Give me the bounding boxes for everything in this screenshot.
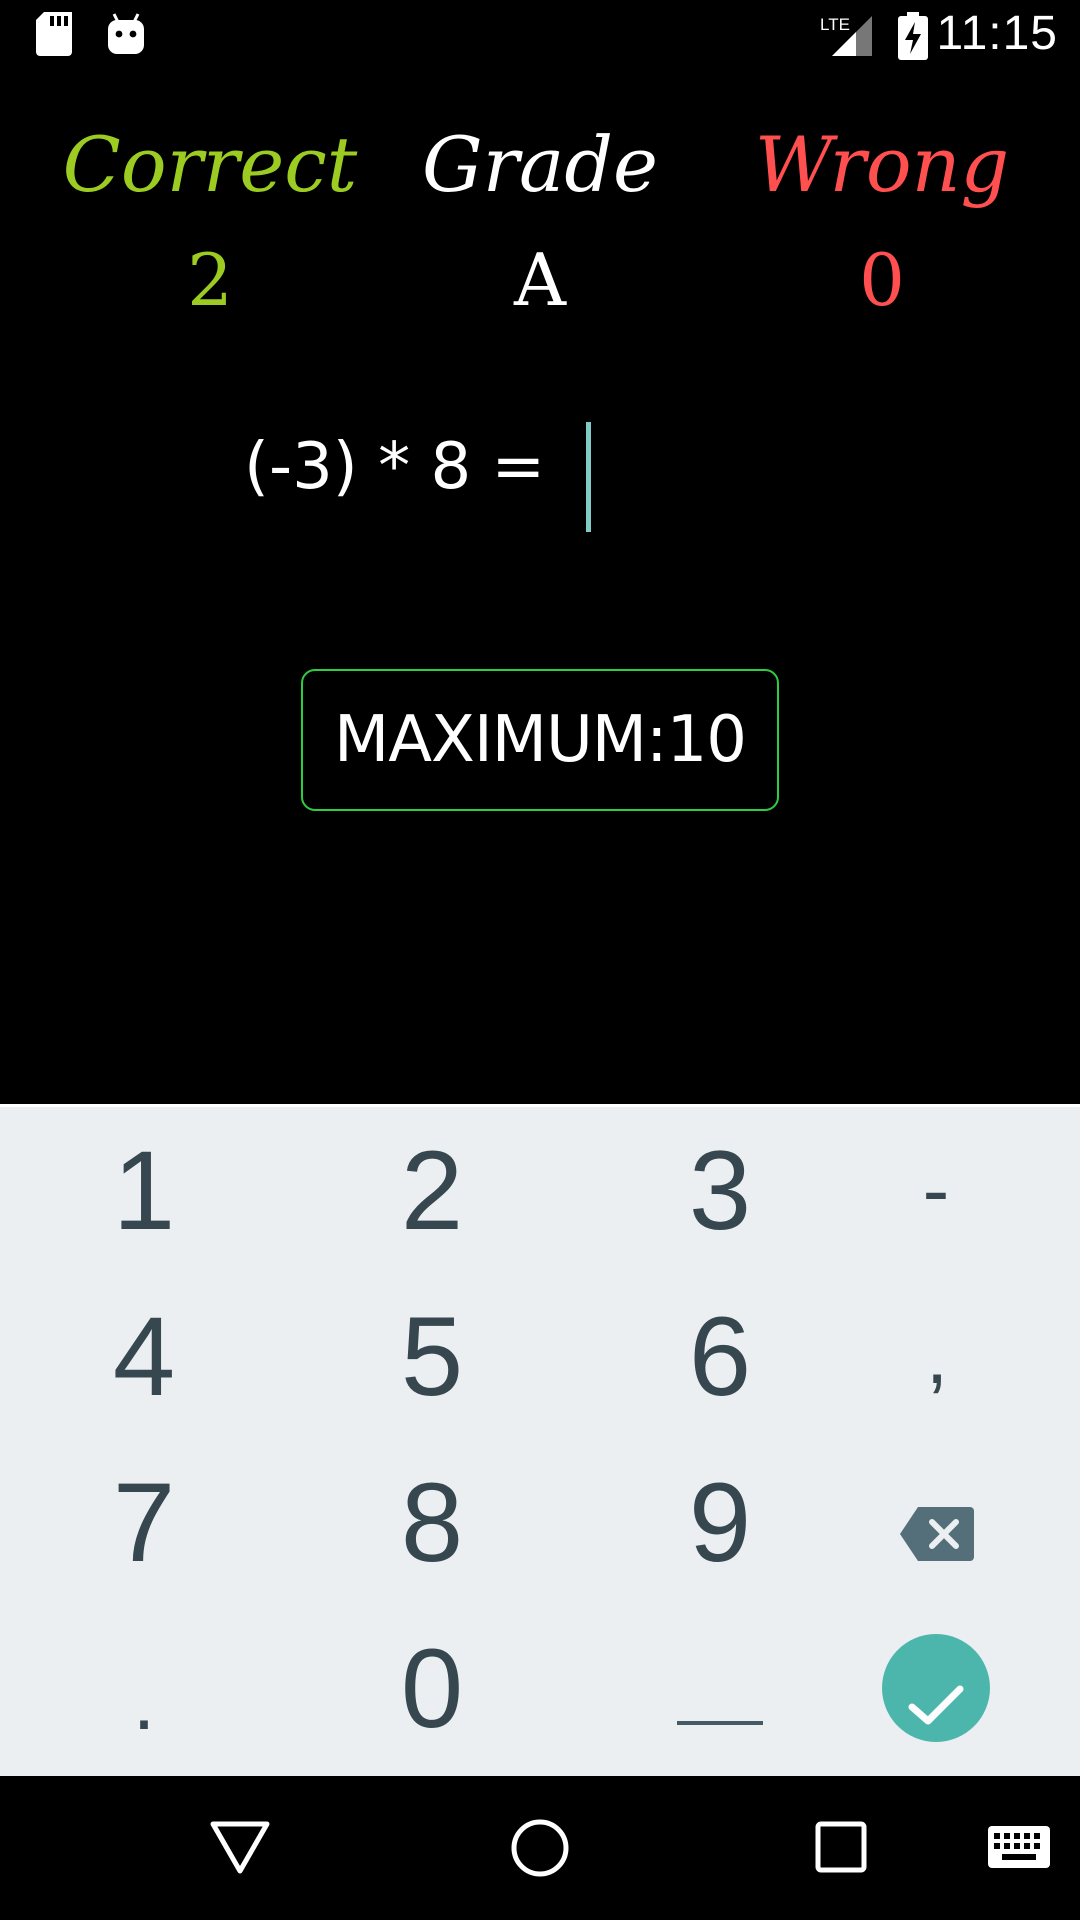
key-3[interactable]: 3 xyxy=(585,1107,855,1273)
key-8-label: 8 xyxy=(400,1459,464,1585)
space-key[interactable] xyxy=(585,1605,855,1771)
key-2[interactable]: 2 xyxy=(297,1107,567,1273)
key-minus-label: - xyxy=(922,1145,950,1234)
backspace-key[interactable] xyxy=(837,1439,1037,1605)
key-minus[interactable]: - xyxy=(837,1107,1080,1273)
key-1-label: 1 xyxy=(112,1127,176,1253)
correct-count: 2 xyxy=(187,238,233,322)
battery-charging-icon xyxy=(898,12,928,64)
lte-signal-icon: LTE xyxy=(818,12,876,62)
answer-input[interactable] xyxy=(586,422,786,532)
key-7-label: 7 xyxy=(112,1459,176,1585)
android-icon xyxy=(106,12,146,60)
text-cursor xyxy=(586,422,591,532)
key-comma-label: , xyxy=(925,1311,949,1400)
key-dot-label: . xyxy=(132,1657,156,1746)
key-comma[interactable]: , xyxy=(837,1273,1037,1439)
space-bar-icon xyxy=(677,1624,763,1753)
key-0-label: 0 xyxy=(400,1625,464,1751)
wrong-count: 0 xyxy=(859,238,905,322)
key-6-label: 6 xyxy=(688,1293,752,1419)
status-time: 11:15 xyxy=(936,7,1058,60)
key-9[interactable]: 9 xyxy=(585,1439,855,1605)
home-icon[interactable] xyxy=(510,1818,570,1882)
key-dot[interactable]: . xyxy=(9,1605,279,1771)
wrong-label: Wrong xyxy=(754,120,1010,209)
key-8[interactable]: 8 xyxy=(297,1439,567,1605)
recents-icon[interactable] xyxy=(815,1821,867,1877)
question-text: (-3) * 8 = xyxy=(244,430,546,504)
confirm-key[interactable] xyxy=(837,1605,1080,1771)
key-4[interactable]: 4 xyxy=(9,1273,279,1439)
numeric-keyboard: 1 2 3 - 4 5 6 , 7 8 9 . 0 xyxy=(0,1104,1080,1776)
key-5[interactable]: 5 xyxy=(297,1273,567,1439)
maximum-button[interactable]: MAXIMUM:10 xyxy=(301,669,779,811)
key-2-label: 2 xyxy=(400,1127,464,1253)
check-icon xyxy=(908,1624,964,1753)
correct-label: Correct xyxy=(62,120,358,209)
key-6[interactable]: 6 xyxy=(585,1273,855,1439)
key-7[interactable]: 7 xyxy=(9,1439,279,1605)
confirm-button[interactable] xyxy=(882,1634,990,1742)
grade-value: A xyxy=(514,238,566,322)
status-bar: LTE 11:15 xyxy=(0,0,1080,72)
maximum-label: MAXIMUM:10 xyxy=(334,703,747,777)
grade-label: Grade xyxy=(422,120,658,209)
keyboard-switch-icon[interactable] xyxy=(988,1826,1050,1872)
network-type-label: LTE xyxy=(820,15,850,34)
key-3-label: 3 xyxy=(688,1127,752,1253)
key-5-label: 5 xyxy=(400,1293,464,1419)
back-icon[interactable] xyxy=(210,1821,270,1879)
key-9-label: 9 xyxy=(688,1459,752,1585)
key-4-label: 4 xyxy=(112,1293,176,1419)
backspace-icon xyxy=(900,1458,974,1587)
key-0[interactable]: 0 xyxy=(297,1605,567,1771)
navigation-bar xyxy=(0,1776,1080,1920)
key-1[interactable]: 1 xyxy=(9,1107,279,1273)
sd-card-icon xyxy=(36,12,72,60)
